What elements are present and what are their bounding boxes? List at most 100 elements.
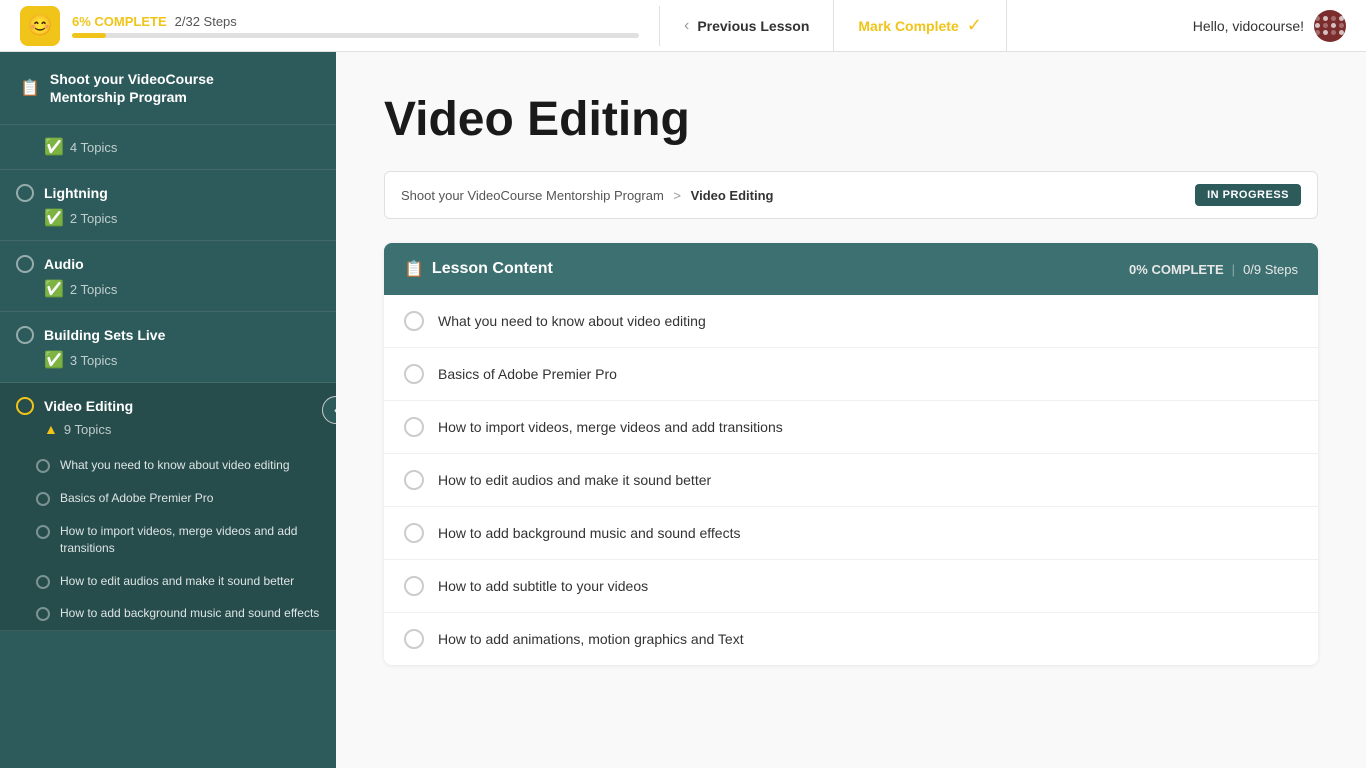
check-icon: ✅ bbox=[44, 137, 64, 157]
building-sets-radio bbox=[16, 326, 34, 344]
lesson-title: What you need to know about video editin… bbox=[60, 457, 290, 474]
lesson-item[interactable]: How to add animations, motion graphics a… bbox=[384, 613, 1318, 665]
sidebar: 📋 Shoot your VideoCourse Mentorship Prog… bbox=[0, 52, 336, 768]
lesson-item[interactable]: How to edit audios and make it sound bet… bbox=[384, 454, 1318, 507]
video-editing-topics[interactable]: ▲ 9 Topics bbox=[0, 421, 336, 449]
sidebar-lesson-item[interactable]: How to import videos, merge videos and a… bbox=[0, 515, 336, 565]
mark-complete-button[interactable]: Mark Complete bbox=[858, 18, 958, 34]
breadcrumb-program[interactable]: Shoot your VideoCourse Mentorship Progra… bbox=[401, 188, 664, 203]
progress-section: 6% COMPLETE 2/32 Steps bbox=[72, 14, 639, 38]
sidebar-title: Shoot your VideoCourse Mentorship Progra… bbox=[50, 70, 214, 106]
avatar-dot bbox=[1339, 30, 1344, 35]
lightning-topics[interactable]: ✅ 2 Topics bbox=[0, 208, 336, 240]
check-icon: ✅ bbox=[44, 208, 64, 228]
lesson-item-radio bbox=[404, 523, 424, 543]
lightning-header[interactable]: Lightning bbox=[0, 170, 336, 208]
sidebar-section-video-editing: Video Editing ▲ 9 Topics What you need t… bbox=[0, 383, 336, 631]
sidebar-header: 📋 Shoot your VideoCourse Mentorship Prog… bbox=[0, 52, 336, 125]
breadcrumb-bar: Shoot your VideoCourse Mentorship Progra… bbox=[384, 171, 1318, 219]
building-sets-topics[interactable]: ✅ 3 Topics bbox=[0, 350, 336, 382]
prev-arrow-button[interactable]: ‹ bbox=[684, 17, 689, 35]
lesson-radio bbox=[36, 459, 50, 473]
progress-bar-bg bbox=[72, 33, 639, 38]
sidebar-doc-icon: 📋 bbox=[20, 78, 40, 98]
sidebar-section-lightning: Lightning ✅ 2 Topics bbox=[0, 170, 336, 241]
topics-count: 9 Topics bbox=[64, 422, 111, 437]
lesson-sep: | bbox=[1232, 262, 1235, 277]
lesson-item-text: How to add subtitle to your videos bbox=[438, 578, 648, 594]
lesson-content-title: 📋 Lesson Content bbox=[404, 259, 553, 279]
intro-topics[interactable]: ✅ 4 Topics bbox=[0, 125, 336, 169]
progress-top: 6% COMPLETE 2/32 Steps bbox=[72, 14, 639, 29]
lesson-item-radio bbox=[404, 364, 424, 384]
lesson-radio bbox=[36, 525, 50, 539]
audio-title: Audio bbox=[44, 256, 84, 272]
lightning-title: Lightning bbox=[44, 185, 108, 201]
check-icon: ✅ bbox=[44, 279, 64, 299]
avatar-dot bbox=[1339, 16, 1344, 21]
page-title: Video Editing bbox=[384, 92, 1318, 147]
lesson-item-text: Basics of Adobe Premier Pro bbox=[438, 366, 617, 382]
avatar-dots bbox=[1315, 16, 1345, 35]
lesson-steps: 0/9 Steps bbox=[1243, 262, 1298, 277]
lesson-item-radio bbox=[404, 629, 424, 649]
lesson-item[interactable]: What you need to know about video editin… bbox=[384, 295, 1318, 348]
lesson-doc-icon: 📋 bbox=[404, 259, 424, 279]
avatar-dot bbox=[1315, 30, 1320, 35]
lesson-item[interactable]: How to add subtitle to your videos bbox=[384, 560, 1318, 613]
lesson-radio bbox=[36, 492, 50, 506]
lesson-item-text: How to import videos, merge videos and a… bbox=[438, 419, 783, 435]
building-sets-title: Building Sets Live bbox=[44, 327, 165, 343]
lesson-item-radio bbox=[404, 417, 424, 437]
main-content: Video Editing Shoot your VideoCourse Men… bbox=[336, 52, 1366, 768]
avatar-dot bbox=[1331, 23, 1336, 28]
audio-radio bbox=[16, 255, 34, 273]
sidebar-section-intro: ✅ 4 Topics bbox=[0, 125, 336, 170]
topics-count: 3 Topics bbox=[70, 353, 117, 368]
top-bar-nav: ‹ Previous Lesson bbox=[660, 0, 834, 51]
lesson-item-radio bbox=[404, 470, 424, 490]
logo-icon: 😊 bbox=[28, 13, 53, 38]
logo: 😊 bbox=[20, 6, 60, 46]
breadcrumb: Shoot your VideoCourse Mentorship Progra… bbox=[401, 188, 773, 203]
sidebar-section-building-sets: Building Sets Live ✅ 3 Topics bbox=[0, 312, 336, 383]
lesson-item-text: How to edit audios and make it sound bet… bbox=[438, 472, 711, 488]
lesson-title: How to add background music and sound ef… bbox=[60, 605, 319, 622]
lightning-radio bbox=[16, 184, 34, 202]
lesson-title: Basics of Adobe Premier Pro bbox=[60, 490, 213, 507]
video-editing-title: Video Editing bbox=[44, 398, 133, 414]
avatar-dot bbox=[1323, 16, 1328, 21]
avatar-dot bbox=[1315, 23, 1320, 28]
video-editing-header[interactable]: Video Editing bbox=[0, 383, 336, 421]
lesson-item-text: How to add background music and sound ef… bbox=[438, 525, 740, 541]
avatar-dot bbox=[1323, 30, 1328, 35]
up-arrow-icon: ▲ bbox=[44, 421, 58, 437]
breadcrumb-separator: > bbox=[673, 188, 681, 203]
prev-lesson-button[interactable]: Previous Lesson bbox=[697, 18, 809, 34]
lesson-item-text: How to add animations, motion graphics a… bbox=[438, 631, 744, 647]
audio-header[interactable]: Audio bbox=[0, 241, 336, 279]
avatar-dot bbox=[1331, 30, 1336, 35]
sidebar-lesson-item[interactable]: Basics of Adobe Premier Pro bbox=[0, 482, 336, 515]
sidebar-lesson-item[interactable]: How to edit audios and make it sound bet… bbox=[0, 565, 336, 598]
topics-count: 2 Topics bbox=[70, 211, 117, 226]
topics-count: 2 Topics bbox=[70, 282, 117, 297]
breadcrumb-current: Video Editing bbox=[691, 188, 774, 203]
lesson-radio bbox=[36, 607, 50, 621]
top-bar-user: Hello, vidocourse! bbox=[1173, 10, 1366, 42]
lesson-item[interactable]: Basics of Adobe Premier Pro bbox=[384, 348, 1318, 401]
lesson-item[interactable]: How to import videos, merge videos and a… bbox=[384, 401, 1318, 454]
progress-bar-fill bbox=[72, 33, 106, 38]
video-editing-radio bbox=[16, 397, 34, 415]
sidebar-lesson-item[interactable]: How to add background music and sound ef… bbox=[0, 597, 336, 630]
main-layout: 📋 Shoot your VideoCourse Mentorship Prog… bbox=[0, 52, 1366, 768]
topics-count: 4 Topics bbox=[70, 140, 117, 155]
sidebar-lesson-item[interactable]: What you need to know about video editin… bbox=[0, 449, 336, 482]
sidebar-section-audio: Audio ✅ 2 Topics bbox=[0, 241, 336, 312]
building-sets-header[interactable]: Building Sets Live bbox=[0, 312, 336, 350]
lesson-item[interactable]: How to add background music and sound ef… bbox=[384, 507, 1318, 560]
audio-topics[interactable]: ✅ 2 Topics bbox=[0, 279, 336, 311]
checkmark-icon: ✓ bbox=[967, 15, 982, 36]
sidebar-scroll: ✅ 4 Topics Lightning ✅ 2 Topics bbox=[0, 125, 336, 768]
lesson-content-header: 📋 Lesson Content 0% COMPLETE | 0/9 Steps bbox=[384, 243, 1318, 295]
